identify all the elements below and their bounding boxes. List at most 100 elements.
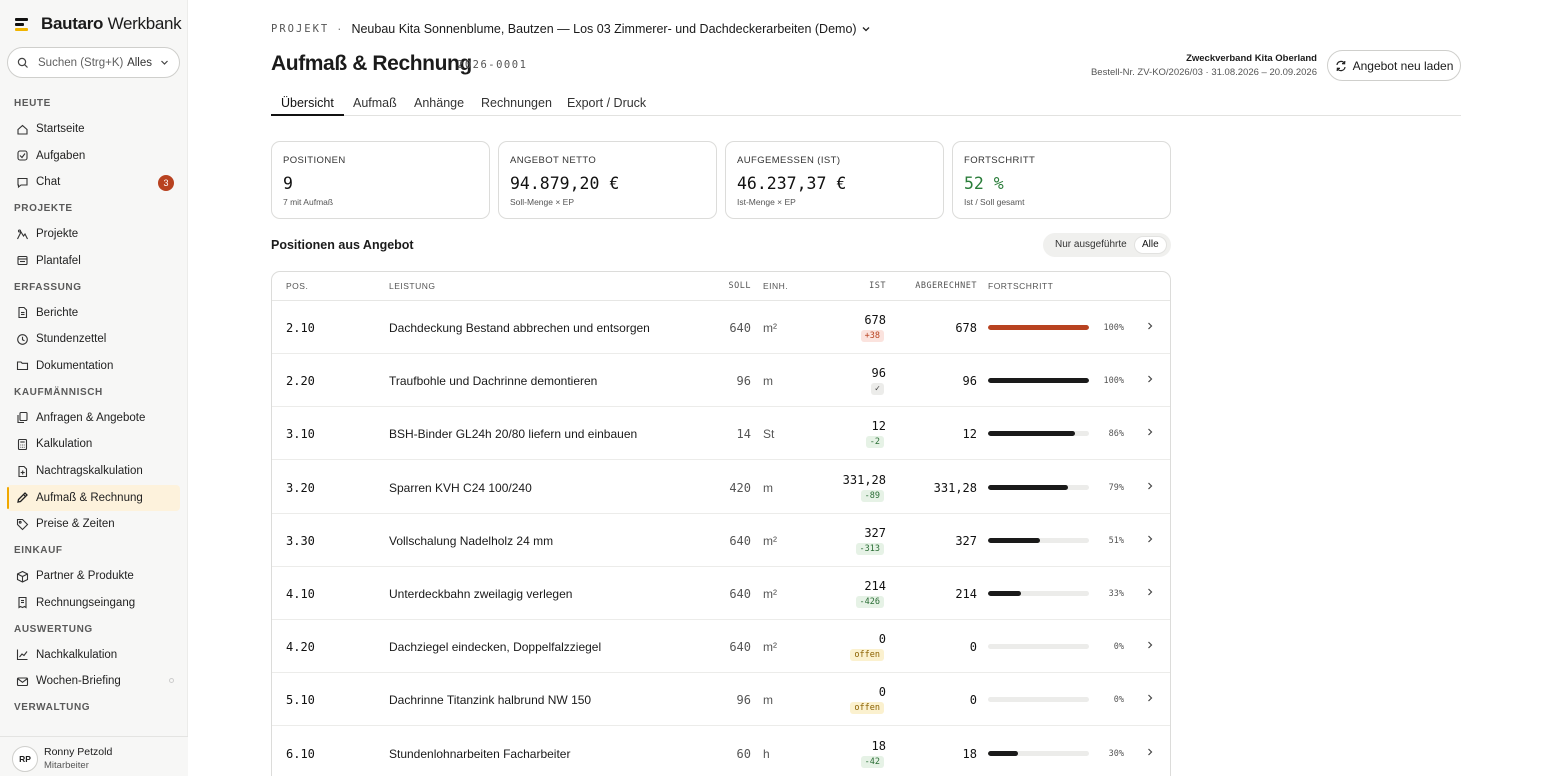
target-quantity: 640	[729, 640, 751, 655]
section-title: Positionen aus Angebot	[271, 238, 414, 252]
kpi-sub: Ist-Menge × EP	[737, 197, 796, 207]
chevron-right-icon[interactable]	[1145, 747, 1155, 757]
table-row[interactable]: 5.10 Dachrinne Titanzink halbrund NW 150…	[272, 673, 1170, 727]
table-row[interactable]: 3.30 Vollschalung Nadelholz 24 mm 640 m²…	[272, 514, 1170, 567]
check-square-icon	[17, 150, 28, 161]
logo-icon	[15, 17, 29, 31]
search-input[interactable]: Suchen (Strg+K) Alles	[7, 47, 180, 78]
progress-bar	[988, 537, 1089, 543]
chevron-right-icon[interactable]	[1145, 321, 1155, 331]
chevron-right-icon[interactable]	[1145, 640, 1155, 650]
progress-percent: 100%	[1103, 323, 1124, 333]
chevron-right-icon[interactable]	[1145, 481, 1155, 491]
nav-section-label: KAUFMÄNNISCH	[14, 386, 103, 398]
breadcrumb: PROJEKT · Neubau Kita Sonnenblume, Bautz…	[271, 22, 871, 36]
tab-rechnungen[interactable]: Rechnungen	[481, 96, 552, 116]
actual-quantity: 12	[871, 419, 886, 434]
deviation-badge: -42	[860, 755, 884, 768]
project-selector[interactable]: Neubau Kita Sonnenblume, Bautzen — Los 0…	[351, 22, 856, 36]
kpi-progress: FORTSCHRITT 52 % Ist / Soll gesamt	[952, 141, 1171, 219]
mail-icon	[16, 677, 29, 686]
sidebar-item-wochen-briefing[interactable]: Wochen-Briefing	[7, 668, 180, 694]
filter-all-option[interactable]: Alle	[1135, 237, 1166, 253]
kpi-sub: 7 mit Aufmaß	[283, 197, 334, 207]
progress-bar-fill	[988, 591, 1022, 596]
sidebar-item-label: Anfragen & Angebote	[36, 411, 146, 424]
sidebar-item-dokumentation[interactable]: Dokumentation	[7, 353, 180, 379]
chevron-down-icon[interactable]	[861, 24, 871, 34]
sidebar-item-label: Projekte	[36, 228, 79, 241]
tab-uebersicht[interactable]: Übersicht	[271, 96, 344, 116]
sidebar-item-label: Chat	[36, 176, 61, 189]
sidebar-item-plantafel[interactable]: Plantafel	[7, 248, 180, 274]
unit: h	[763, 746, 770, 761]
sidebar-item-anfragen-angebote[interactable]: Anfragen & Angebote	[7, 405, 180, 431]
position-description: Dachdeckung Bestand abbrechen und entsor…	[389, 321, 650, 335]
kpi-label: POSITIONEN	[283, 155, 346, 166]
progress-percent: 0%	[1113, 642, 1124, 653]
chevron-right-icon[interactable]	[1145, 427, 1155, 437]
table-row[interactable]: 4.10 Unterdeckbahn zweilagig verlegen 64…	[272, 567, 1170, 620]
kpi-value: 46.237,37 €	[737, 174, 847, 193]
billed-quantity: 331,28	[933, 480, 977, 495]
chevron-right-icon[interactable]	[1145, 693, 1155, 703]
sidebar-item-kalkulation[interactable]: Kalkulation	[7, 431, 180, 457]
user-profile[interactable]: RP Ronny Petzold Mitarbeiter	[0, 736, 188, 776]
billed-quantity: 96	[962, 374, 977, 389]
target-quantity: 96	[736, 693, 751, 708]
progress-bar-fill	[988, 325, 1089, 330]
tab-anhaenge[interactable]: Anhänge	[414, 96, 464, 116]
chevron-down-icon	[161, 60, 168, 65]
tab-export-druck[interactable]: Export / Druck	[567, 96, 646, 116]
position-number: 3.10	[286, 427, 315, 442]
table-header: POS. LEISTUNG SOLL EINH. IST ABGERECHNET…	[272, 272, 1170, 301]
document-number: 2026-0001	[457, 59, 528, 71]
target-quantity: 640	[729, 321, 751, 335]
table-row[interactable]: 2.20 Traufbohle und Dachrinne demontiere…	[272, 354, 1170, 408]
reload-offer-button[interactable]: Angebot neu laden	[1327, 50, 1461, 81]
sidebar-item-aufgaben[interactable]: Aufgaben	[7, 143, 180, 169]
chevron-right-icon[interactable]	[1145, 374, 1155, 384]
kpi-sub: Ist / Soll gesamt	[964, 197, 1025, 207]
table-row[interactable]: 6.10 Stundenlohnarbeiten Facharbeiter 60…	[272, 727, 1170, 776]
sidebar-item-projekte[interactable]: Projekte	[7, 221, 180, 247]
billed-quantity: 18	[962, 746, 977, 761]
sidebar-item-startseite[interactable]: Startseite	[7, 116, 180, 142]
unread-badge: 3	[158, 175, 174, 192]
col-soll: SOLL	[728, 281, 751, 291]
sidebar-item-label: Nachtragskalkulation	[36, 465, 143, 477]
sidebar-item-aufmaß-rechnung[interactable]: Aufmaß & Rechnung	[7, 484, 180, 511]
progress-bar-fill	[988, 378, 1089, 384]
sidebar-item-berichte[interactable]: Berichte	[7, 300, 180, 326]
mountain-icon	[17, 229, 28, 239]
table-row[interactable]: 3.20 Sparren KVH C24 100/240 420 m 331,2…	[272, 461, 1170, 514]
position-number: 3.20	[286, 480, 315, 495]
folder-icon	[16, 361, 29, 371]
user-name: Ronny Petzold	[44, 746, 113, 758]
tab-aufmass[interactable]: Aufmaß	[353, 96, 397, 116]
sidebar-item-preise-zeiten[interactable]: Preise & Zeiten	[7, 511, 180, 537]
deviation-badge: -313	[855, 542, 884, 555]
sidebar-item-rechnungseingang[interactable]: Rechnungseingang	[7, 590, 180, 616]
kpi-label: FORTSCHRITT	[964, 155, 1036, 166]
sidebar-item-partner-produkte[interactable]: Partner & Produkte	[7, 563, 180, 589]
kpi-sub: Soll-Menge × EP	[510, 197, 575, 207]
chevron-right-icon[interactable]	[1145, 534, 1155, 544]
filter-executed-option[interactable]: Nur ausgeführte	[1048, 237, 1134, 253]
table-row[interactable]: 4.20 Dachziegel eindecken, Doppelfalzzie…	[272, 620, 1170, 674]
sidebar-item-label: Aufmaß & Rechnung	[36, 491, 143, 504]
sidebar-item-stundenzettel[interactable]: Stundenzettel	[7, 326, 180, 352]
table-row[interactable]: 2.10 Dachdeckung Bestand abbrechen und e…	[272, 301, 1170, 354]
table-row[interactable]: 3.10 BSH-Binder GL24h 20/80 liefern und …	[272, 407, 1170, 461]
position-number: 2.20	[286, 374, 315, 389]
sidebar-item-nachkalkulation[interactable]: Nachkalkulation	[7, 642, 180, 668]
brand-logo[interactable]: Bautaro Werkbank	[15, 13, 182, 35]
progress-bar	[988, 378, 1089, 384]
deviation-badge: ✓	[870, 383, 884, 396]
sidebar-item-chat[interactable]: Chat 3	[7, 169, 180, 195]
deviation-badge: -426	[855, 596, 884, 608]
search-scope-select[interactable]: Alles	[127, 57, 152, 69]
progress-percent: 30%	[1108, 748, 1124, 759]
sidebar-item-nachtragskalkulation[interactable]: Nachtragskalkulation	[7, 458, 180, 484]
chevron-right-icon[interactable]	[1145, 587, 1155, 597]
